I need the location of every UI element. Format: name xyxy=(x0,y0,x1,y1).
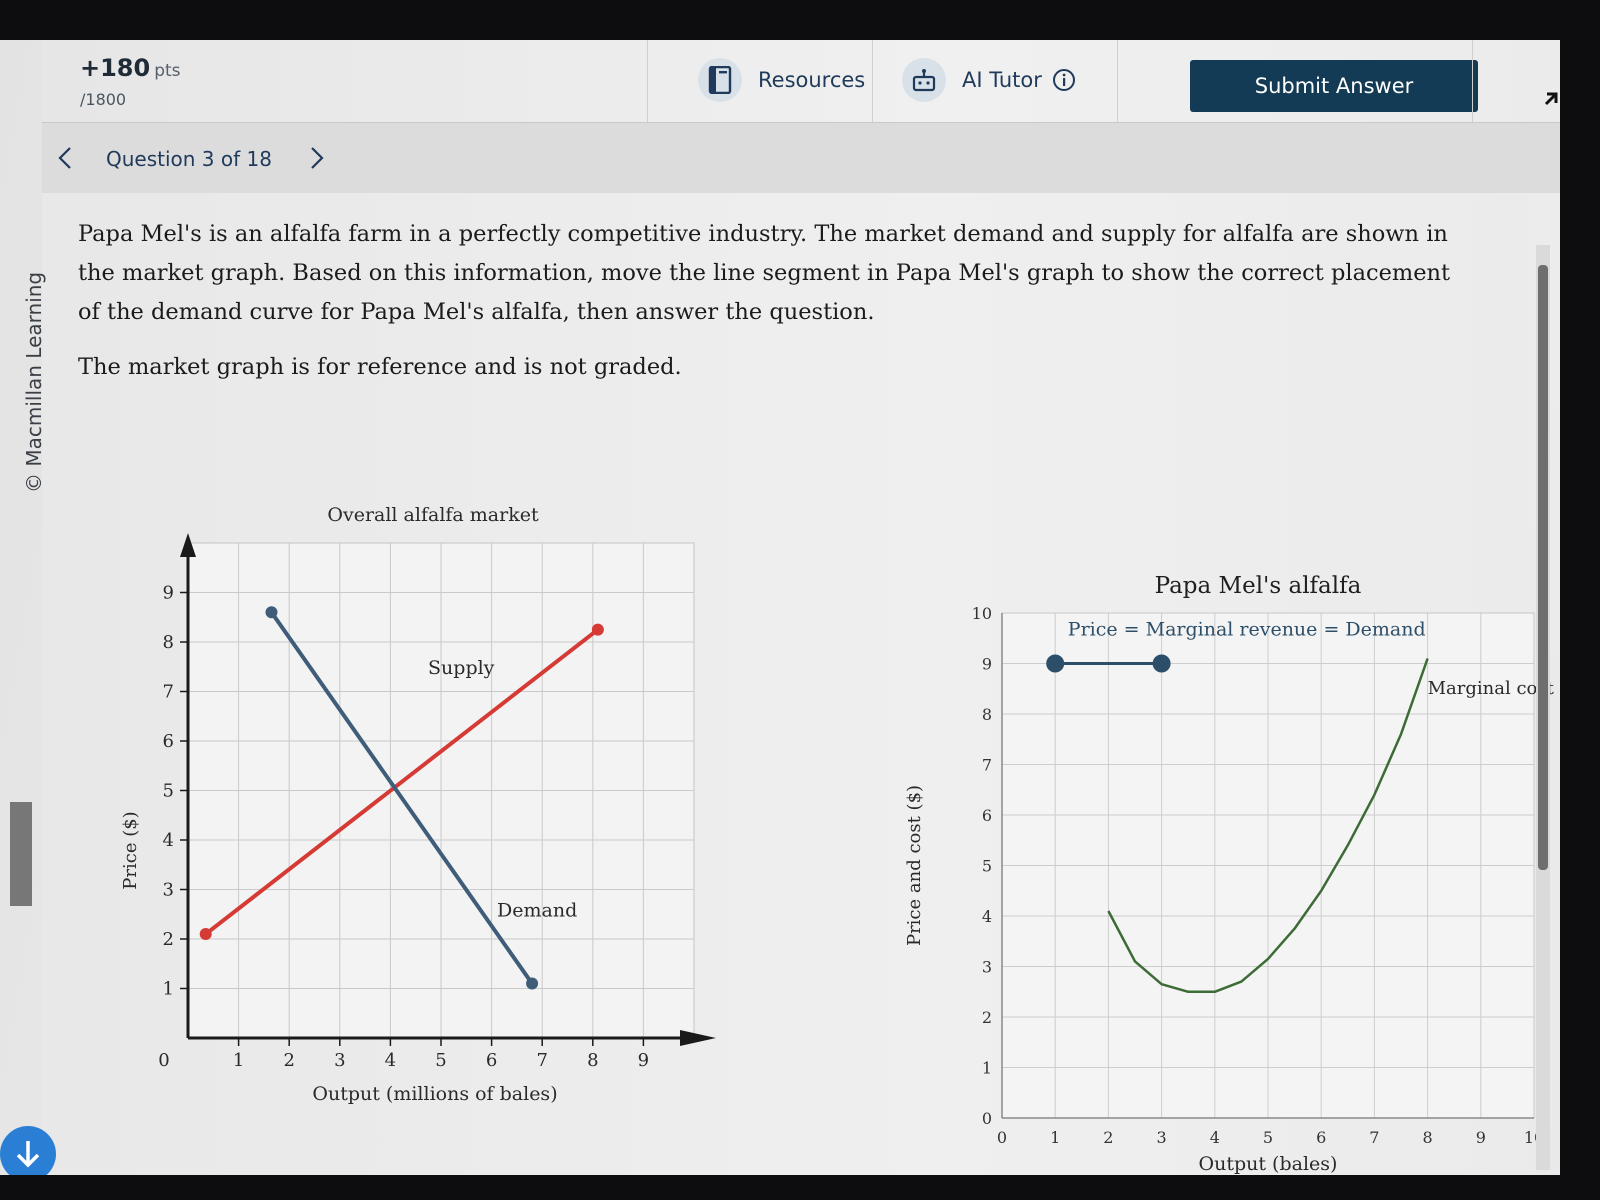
market-x-tick-label: 4 xyxy=(385,1050,396,1071)
market-y-tick-label: 4 xyxy=(163,830,174,851)
toolbar-divider xyxy=(647,40,648,122)
score-display: +180 pts /1800 xyxy=(80,54,181,109)
market-x-tick-label: 8 xyxy=(587,1050,598,1071)
toolbar-divider xyxy=(1472,40,1473,122)
firm-y-tick-label: 8 xyxy=(982,705,992,724)
demand-segment-label: Price = Marginal revenue = Demand xyxy=(1068,619,1426,641)
market-x-tick-label: 6 xyxy=(486,1050,497,1071)
resources-button[interactable]: Resources xyxy=(698,58,865,102)
market-y-axis-title: Price ($) xyxy=(120,811,141,889)
firm-x-tick-label: 9 xyxy=(1476,1128,1486,1147)
market-y-tick-label: 2 xyxy=(163,929,174,950)
supply-label: Supply xyxy=(428,657,495,679)
firm-y-tick-label: 2 xyxy=(982,1008,992,1027)
firm-x-tick-label: 6 xyxy=(1316,1128,1326,1147)
score-total: /1800 xyxy=(80,90,127,109)
market-y-tick-label: 8 xyxy=(163,632,174,653)
firm-x-tick-label: 8 xyxy=(1423,1128,1433,1147)
toolbar-divider xyxy=(1117,40,1118,122)
market-x-tick-label: 7 xyxy=(536,1050,547,1071)
chevron-left-icon[interactable] xyxy=(54,141,76,179)
firm-x-tick-label: 2 xyxy=(1103,1128,1113,1147)
book-icon xyxy=(698,58,742,102)
question-note: The market graph is for reference and is… xyxy=(78,354,682,380)
firm-y-tick-label: 9 xyxy=(982,655,992,674)
copyright-watermark: © Macmillan Learning xyxy=(22,271,46,493)
firm-x-tick-label: 4 xyxy=(1210,1128,1220,1147)
firm-y-tick-label: 4 xyxy=(982,907,992,926)
market-x-axis-title: Output (millions of bales) xyxy=(312,1083,557,1105)
market-x-tick-label: 3 xyxy=(334,1050,345,1071)
firm-y-tick-label: 7 xyxy=(982,756,992,775)
market-y-tick-label: 3 xyxy=(163,880,174,901)
side-panel-handle[interactable] xyxy=(10,802,32,906)
market-chart-title: Overall alfalfa market xyxy=(327,504,539,526)
firm-y-tick-label: 0 xyxy=(982,1109,992,1128)
market-x-tick-label: 1 xyxy=(233,1050,244,1071)
question-navigation: Question 3 of 18 xyxy=(42,123,1560,193)
demand-segment-handle[interactable] xyxy=(1152,654,1171,673)
market-x-axis-arrow xyxy=(680,1030,716,1046)
market-x-tick-label: 9 xyxy=(638,1050,649,1071)
demand-segment-handle[interactable] xyxy=(1046,654,1065,673)
market-chart: 1 2 3 4 5 6 7 8 9 1 2 3 4 5 6 7 8 9 0 Overall alfalfa marke… xyxy=(120,504,716,1105)
question-prompt: Papa Mel's is an alfalfa farm in a perfe… xyxy=(78,215,1478,387)
market-y-tick-label: 6 xyxy=(163,731,174,752)
demand-point xyxy=(526,977,539,990)
question-counter: Question 3 of 18 xyxy=(106,147,272,171)
info-icon[interactable] xyxy=(1052,68,1076,92)
firm-y-tick-label: 1 xyxy=(982,1059,992,1078)
market-y-tick-label: 5 xyxy=(163,781,174,802)
market-y-tick-label: 7 xyxy=(163,682,174,703)
score-points: +180 xyxy=(80,54,151,82)
firm-y-tick-label: 10 xyxy=(972,604,992,623)
market-y-tick-label: 9 xyxy=(163,583,174,604)
app-screen: +180 pts /1800 Resources AI Tutor Submit … xyxy=(0,40,1560,1175)
market-x-tick-label: 2 xyxy=(283,1050,294,1071)
demand-label: Demand xyxy=(497,900,577,922)
ai-tutor-button[interactable]: AI Tutor xyxy=(902,58,1076,102)
firm-y-tick-label: 6 xyxy=(982,806,992,825)
firm-y-tick-label: 3 xyxy=(982,958,992,977)
robot-icon xyxy=(902,58,946,102)
firm-x-axis-title: Output (bales) xyxy=(1199,1153,1338,1175)
scrollbar-thumb[interactable] xyxy=(1538,265,1548,870)
market-x-tick-label: 5 xyxy=(435,1050,446,1071)
firm-x-tick-label: 0 xyxy=(997,1128,1007,1147)
firm-chart-title: Papa Mel's alfalfa xyxy=(1155,573,1362,599)
firm-x-tick-label: 1 xyxy=(1050,1128,1060,1147)
firm-chart[interactable]: 0 1 2 3 4 5 6 7 8 9 10012345678910Papa Mel's alfal… xyxy=(882,513,1560,1175)
firm-x-tick-label: 7 xyxy=(1369,1128,1379,1147)
supply-point xyxy=(199,928,212,941)
resources-label: Resources xyxy=(758,68,866,92)
arrow-down-icon[interactable] xyxy=(0,1126,56,1175)
top-bar: +180 pts /1800 Resources AI Tutor Submit … xyxy=(42,40,1560,123)
ai-tutor-label: AI Tutor xyxy=(962,68,1042,92)
question-content: © Macmillan Learning Papa Mel's is an al… xyxy=(22,193,1555,1175)
demand-point xyxy=(265,606,278,619)
firm-x-tick-label: 5 xyxy=(1263,1128,1273,1147)
market-y-tick-label: 1 xyxy=(163,979,174,1000)
firm-y-tick-label: 5 xyxy=(982,857,992,876)
submit-answer-button[interactable]: Submit Answer xyxy=(1190,60,1478,112)
score-points-unit: pts xyxy=(154,61,181,81)
toolbar-divider xyxy=(872,40,873,122)
firm-y-axis-title: Price and cost ($) xyxy=(904,785,925,946)
firm-x-tick-label: 3 xyxy=(1157,1128,1167,1147)
collapse-arrows-icon[interactable] xyxy=(1542,72,1560,112)
supply-point xyxy=(591,623,604,636)
chevron-right-icon[interactable] xyxy=(306,141,328,179)
market-origin-label: 0 xyxy=(158,1050,169,1071)
question-text: Papa Mel's is an alfalfa farm in a perfe… xyxy=(78,221,1451,325)
